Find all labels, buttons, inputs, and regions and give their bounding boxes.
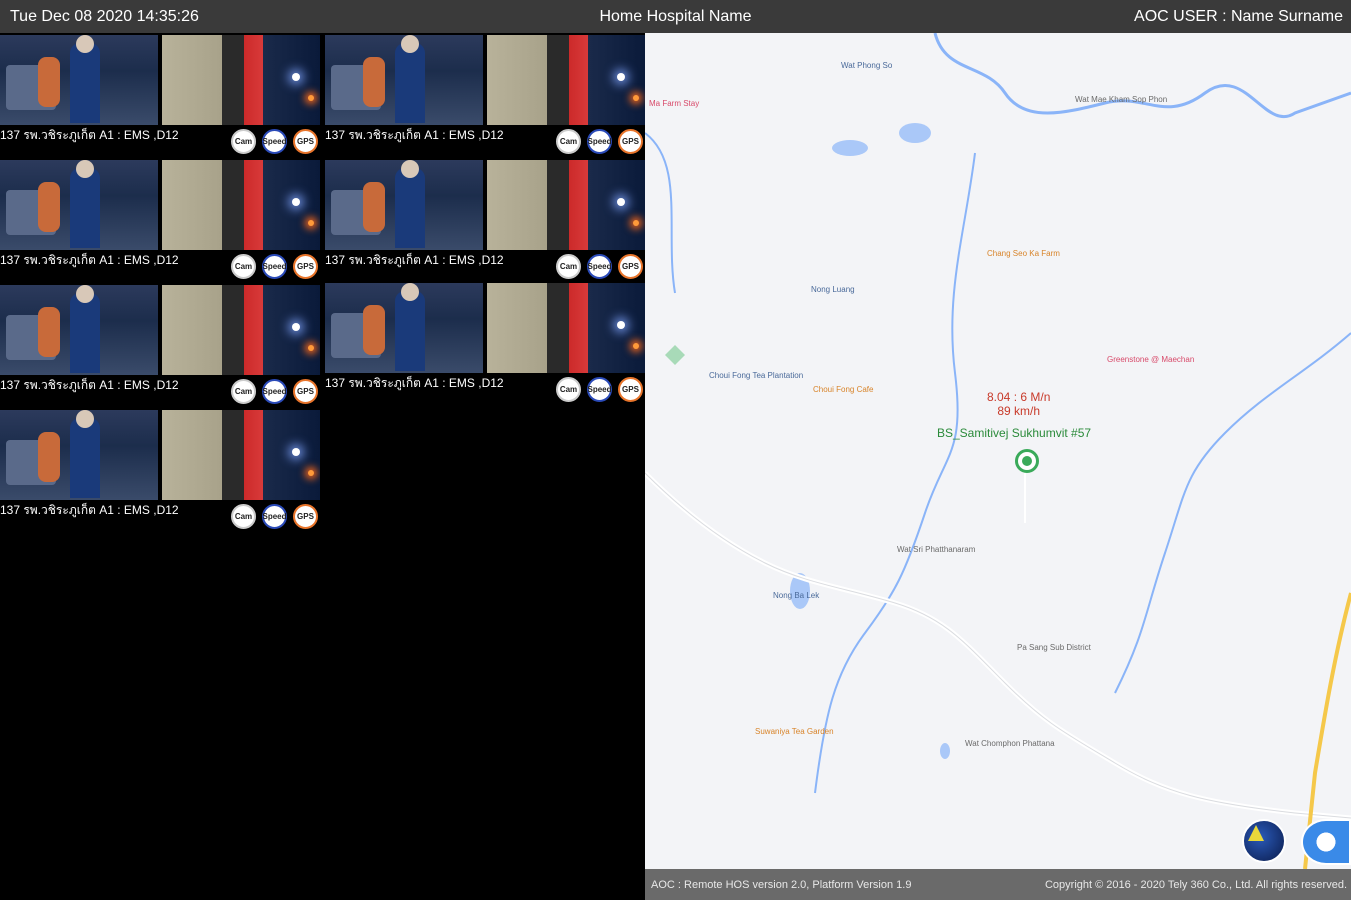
camera-card[interactable]: 137 รพ.วชิระภูเก็ต A1 : EMS ,D12 Cam Spe… [0, 160, 320, 282]
interior-camera-feed[interactable] [0, 285, 158, 375]
camera-label: 137 รพ.วชิระภูเก็ต A1 : EMS ,D12 [0, 503, 179, 517]
rear-camera-feed[interactable] [487, 160, 645, 250]
vehicle-eta: 8.04 : 6 M/n [987, 390, 1051, 404]
camera-card[interactable]: 137 รพ.วชิระภูเก็ต A1 : EMS ,D12 Cam Spe… [325, 160, 645, 282]
camera-label: 137 รพ.วชิระภูเก็ต A1 : EMS ,D12 [0, 128, 179, 142]
camera-label: 137 รพ.วชิระภูเก็ต A1 : EMS ,D12 [0, 253, 179, 267]
interior-camera-feed[interactable] [0, 160, 158, 250]
camera-icon[interactable]: Cam [231, 254, 256, 279]
map-place-label: Suwaniya Tea Garden [755, 727, 834, 736]
interior-camera-feed[interactable] [325, 35, 483, 125]
map-place-label: Nong Ba Lek [773, 591, 820, 600]
partner-logo-icon [1301, 819, 1351, 865]
camera-icon[interactable]: Cam [556, 129, 581, 154]
ambulance-marker-icon[interactable] [1015, 449, 1039, 473]
organization-logo-icon [1242, 819, 1286, 863]
interior-camera-feed[interactable] [325, 283, 483, 373]
camera-icon[interactable]: Cam [231, 129, 256, 154]
footer-bar: AOC : Remote HOS version 2.0, Platform V… [645, 869, 1351, 900]
gps-icon[interactable]: GPS [293, 504, 318, 529]
gps-icon[interactable]: GPS [618, 254, 643, 279]
copyright-text: Copyright © 2016 - 2020 Tely 360 Co., Lt… [1044, 878, 1347, 891]
map-place-label: Wat Phong So [841, 61, 893, 70]
speed-icon[interactable]: Speed [587, 254, 612, 279]
datetime-display: Tue Dec 08 2020 14:35:26 [10, 7, 199, 25]
speed-icon[interactable]: Speed [262, 379, 287, 404]
camera-card[interactable]: 137 รพ.วชิระภูเก็ต A1 : EMS ,D12 Cam Spe… [0, 35, 320, 157]
map-place-label: Wat Sri Phatthanaram [897, 545, 976, 554]
camera-grid: 137 รพ.วชิระภูเก็ต A1 : EMS ,D12 Cam Spe… [0, 33, 645, 900]
gps-icon[interactable]: GPS [293, 379, 318, 404]
rear-camera-feed[interactable] [487, 283, 645, 373]
rear-camera-feed[interactable] [162, 410, 320, 500]
camera-label: 137 รพ.วชิระภูเก็ต A1 : EMS ,D12 [325, 128, 504, 142]
map-place-label: Choui Fong Cafe [813, 385, 874, 394]
gps-icon[interactable]: GPS [618, 377, 643, 402]
interior-camera-feed[interactable] [325, 160, 483, 250]
top-bar: Tue Dec 08 2020 14:35:26 Home Hospital N… [0, 0, 1351, 33]
camera-card[interactable]: 137 รพ.วชิระภูเก็ต A1 : EMS ,D12 Cam Spe… [325, 283, 645, 405]
gps-icon[interactable]: GPS [293, 129, 318, 154]
rear-camera-feed[interactable] [162, 285, 320, 375]
user-display: AOC USER : Name Surname [1134, 7, 1343, 25]
camera-card[interactable]: 137 รพ.วชิระภูเก็ต A1 : EMS ,D12 Cam Spe… [0, 410, 320, 532]
speed-icon[interactable]: Speed [262, 254, 287, 279]
vehicle-info: 8.04 : 6 M/n 89 km/h [987, 390, 1050, 418]
vehicle-speed: 89 km/h [997, 404, 1041, 418]
map-place-label: Choui Fong Tea Plantation [709, 371, 804, 380]
map-place-label: Chang Seo Ka Farm [987, 249, 1060, 258]
gps-icon[interactable]: GPS [618, 129, 643, 154]
camera-label: 137 รพ.วชิระภูเก็ต A1 : EMS ,D12 [0, 378, 179, 392]
version-text: AOC : Remote HOS version 2.0, Platform V… [651, 878, 912, 891]
camera-icon[interactable]: Cam [556, 254, 581, 279]
interior-camera-feed[interactable] [0, 35, 158, 125]
map-place-label: Ma Farm Stay [649, 99, 700, 108]
map-place-label: Wat Mae Kham Sop Phon [1075, 95, 1168, 104]
camera-card[interactable]: 137 รพ.วชิระภูเก็ต A1 : EMS ,D12 Cam Spe… [325, 35, 645, 157]
camera-icon[interactable]: Cam [556, 377, 581, 402]
speed-icon[interactable]: Speed [587, 129, 612, 154]
map-place-label: Greenstone @ Maechan [1107, 355, 1195, 364]
camera-icon[interactable]: Cam [231, 504, 256, 529]
rear-camera-feed[interactable] [162, 160, 320, 250]
map-place-label: Wat Chomphon Phattana [965, 739, 1055, 748]
rear-camera-feed[interactable] [487, 35, 645, 125]
camera-card[interactable]: 137 รพ.วชิระภูเก็ต A1 : EMS ,D12 Cam Spe… [0, 285, 320, 407]
rear-camera-feed[interactable] [162, 35, 320, 125]
interior-camera-feed[interactable] [0, 410, 158, 500]
gps-icon[interactable]: GPS [293, 254, 318, 279]
speed-icon[interactable]: Speed [262, 504, 287, 529]
map-view[interactable]: Wat Phong So Wat Mae Kham Sop Phon Ma Fa… [645, 33, 1351, 869]
camera-icon[interactable]: Cam [231, 379, 256, 404]
camera-label: 137 รพ.วชิระภูเก็ต A1 : EMS ,D12 [325, 253, 504, 267]
map-place-label: Pa Sang Sub District [1017, 643, 1091, 652]
camera-label: 137 รพ.วชิระภูเก็ต A1 : EMS ,D12 [325, 376, 504, 390]
vehicle-name: BS_Samitivej Sukhumvit #57 [937, 426, 1092, 440]
hospital-name: Home Hospital Name [599, 7, 752, 25]
map-place-label: Nong Luang [811, 285, 855, 294]
speed-icon[interactable]: Speed [587, 377, 612, 402]
speed-icon[interactable]: Speed [262, 129, 287, 154]
